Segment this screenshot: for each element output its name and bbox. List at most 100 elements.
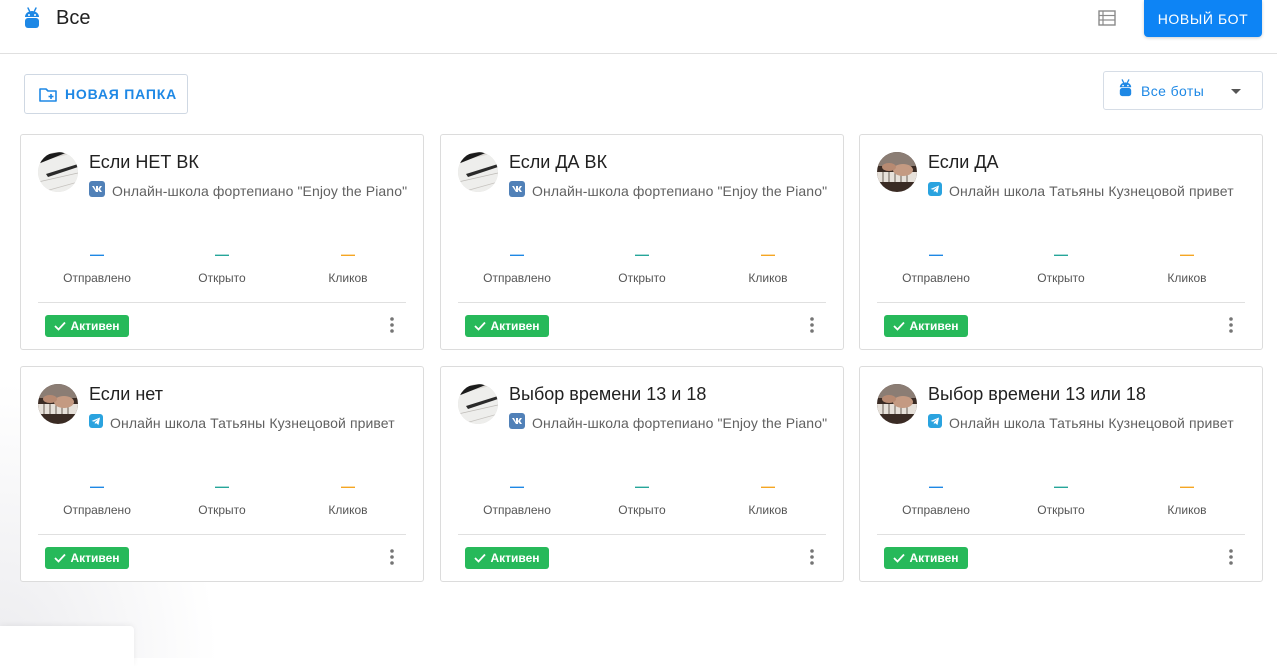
card-divider <box>458 534 826 535</box>
stat-clicks: — Кликов <box>713 478 823 517</box>
check-icon <box>54 321 67 331</box>
bot-avatar <box>458 384 498 424</box>
bot-name[interactable]: Выбор времени 13 и 18 <box>509 383 706 405</box>
check-icon <box>893 321 906 331</box>
bot-card[interactable]: Выбор времени 13 или 18 Онлайн школа Тать… <box>859 366 1263 582</box>
stat-value: — <box>635 478 649 494</box>
source-name: Онлайн-школа фортепиано "Enjoy the Piano… <box>532 183 828 199</box>
more-vert-icon[interactable] <box>1229 317 1233 338</box>
check-icon <box>54 553 67 563</box>
stat-opened: — Открыто <box>587 247 697 285</box>
vk-icon <box>509 180 525 202</box>
more-vert-icon[interactable] <box>810 317 814 338</box>
vk-icon <box>89 180 105 202</box>
more-vert-icon[interactable] <box>390 317 394 338</box>
new-folder-label: НОВАЯ ПАПКА <box>65 86 177 102</box>
add-folder-icon <box>39 87 57 102</box>
telegram-icon <box>89 413 103 433</box>
bot-source: Онлайн-школа фортепиано "Enjoy the Piano… <box>509 412 831 434</box>
stat-label: Кликов <box>328 271 368 285</box>
source-name: Онлайн школа Татьяны Кузнецовой привет <box>949 183 1234 199</box>
stat-value: — <box>1054 478 1068 494</box>
stat-sent: — Отправлено <box>42 479 152 517</box>
source-name: Онлайн школа Татьяны Кузнецовой привет <box>949 415 1234 431</box>
bot-name[interactable]: Если НЕТ ВК <box>89 151 199 173</box>
status-label: Активен <box>909 319 959 333</box>
page-title: Все <box>56 7 91 29</box>
source-name: Онлайн-школа фортепиано "Enjoy the Piano… <box>532 415 828 431</box>
android-bot-icon <box>24 7 40 34</box>
bot-card[interactable]: Если нет Онлайн школа Татьяны Кузнецовой … <box>20 366 424 582</box>
android-bot-icon <box>1119 79 1132 102</box>
bot-card[interactable]: Если ДА Онлайн школа Татьяны Кузнецовой п… <box>859 134 1263 350</box>
stat-value: — <box>215 246 229 262</box>
vk-icon <box>509 412 525 434</box>
top-bar: Все НОВЫЙ БОТ <box>0 0 1277 54</box>
status-label: Активен <box>70 319 120 333</box>
bots-filter-select[interactable]: Все боты <box>1103 71 1263 110</box>
bot-card[interactable]: Выбор времени 13 и 18 Онлайн-школа фортеп… <box>440 366 844 582</box>
bot-card[interactable]: Если ДА ВК Онлайн-школа фортепиано "Enjoy… <box>440 134 844 350</box>
status-label: Активен <box>70 551 120 565</box>
status-badge: Активен <box>45 547 129 569</box>
bot-source: Онлайн школа Татьяны Кузнецовой привет <box>89 413 411 433</box>
more-vert-icon[interactable] <box>1229 549 1233 570</box>
stat-label: Кликов <box>748 503 788 517</box>
check-icon <box>893 553 906 563</box>
stat-label: Отправлено <box>483 503 551 517</box>
stat-value: — <box>761 246 775 262</box>
stat-label: Отправлено <box>902 271 970 285</box>
bot-avatar <box>877 384 917 424</box>
stat-value: — <box>761 478 775 494</box>
stat-opened: — Открыто <box>167 246 277 285</box>
stat-clicks: — Кликов <box>1132 478 1242 517</box>
stat-label: Отправлено <box>483 271 551 285</box>
telegram-icon <box>928 181 942 201</box>
stat-value: — <box>215 478 229 494</box>
card-divider <box>877 534 1245 535</box>
bot-name[interactable]: Выбор времени 13 или 18 <box>928 383 1146 405</box>
new-bot-button[interactable]: НОВЫЙ БОТ <box>1144 0 1262 37</box>
stat-sent: — Отправлено <box>462 246 572 285</box>
status-label: Активен <box>490 319 540 333</box>
bot-name[interactable]: Если ДА ВК <box>509 151 607 173</box>
bot-name[interactable]: Если нет <box>89 383 163 405</box>
stat-label: Кликов <box>1167 503 1207 517</box>
stat-value: — <box>90 246 104 262</box>
bot-avatar <box>458 152 498 192</box>
status-badge: Активен <box>465 315 549 337</box>
stat-label: Открыто <box>618 503 666 517</box>
stat-clicks: — Кликов <box>1132 246 1242 285</box>
stat-value: — <box>341 478 355 494</box>
stat-value: — <box>510 246 524 262</box>
bot-card[interactable]: Если НЕТ ВК Онлайн-школа фортепиано "Enjo… <box>20 134 424 350</box>
stat-label: Кликов <box>1167 271 1207 285</box>
stat-value: — <box>341 246 355 262</box>
stat-opened: — Открыто <box>167 478 277 517</box>
bot-avatar <box>877 152 917 192</box>
status-label: Активен <box>909 551 959 565</box>
stat-clicks: — Кликов <box>293 478 403 517</box>
stat-clicks: — Кликов <box>293 246 403 285</box>
stat-label: Кликов <box>328 503 368 517</box>
stat-value: — <box>1180 478 1194 494</box>
list-view-icon[interactable] <box>1098 10 1116 31</box>
more-vert-icon[interactable] <box>390 549 394 570</box>
stat-opened: — Открыто <box>587 478 697 517</box>
more-vert-icon[interactable] <box>810 549 814 570</box>
stat-label: Кликов <box>748 271 788 285</box>
stat-value: — <box>510 478 524 494</box>
check-icon <box>474 321 487 331</box>
new-folder-button[interactable]: НОВАЯ ПАПКА <box>24 74 188 114</box>
bot-name[interactable]: Если ДА <box>928 151 999 173</box>
stat-label: Отправлено <box>63 271 131 285</box>
bot-source: Онлайн школа Татьяны Кузнецовой привет <box>928 181 1250 201</box>
stat-opened: — Открыто <box>1006 478 1116 517</box>
stat-clicks: — Кликов <box>713 246 823 285</box>
stat-label: Открыто <box>198 271 246 285</box>
source-name: Онлайн-школа фортепиано "Enjoy the Piano… <box>112 183 408 199</box>
stat-sent: — Отправлено <box>881 479 991 517</box>
bot-source: Онлайн-школа фортепиано "Enjoy the Piano… <box>509 180 831 202</box>
status-badge: Активен <box>45 315 129 337</box>
stat-value: — <box>1180 246 1194 262</box>
